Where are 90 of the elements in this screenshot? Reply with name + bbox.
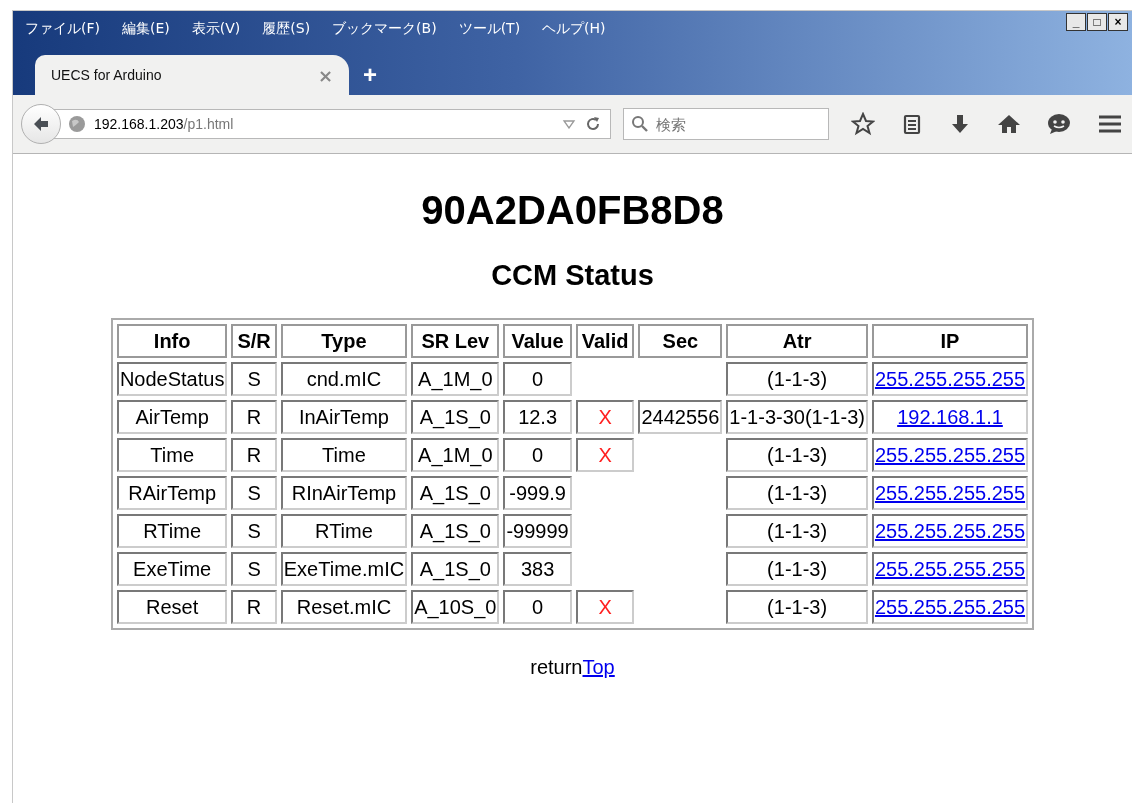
table-cell: 383 [503, 552, 572, 586]
table-cell: (1-1-3) [726, 552, 868, 586]
table-cell: R [231, 590, 277, 624]
page-title: 90A2DA0FB8D8 [421, 188, 724, 233]
minimize-button[interactable]: _ [1066, 13, 1086, 31]
table-cell: RTime [116, 514, 228, 548]
table-cell: A_1S_0 [411, 514, 500, 548]
table-cell: Reset [116, 590, 228, 624]
column-header: Atr [726, 324, 868, 358]
table-cell: A_1M_0 [411, 438, 500, 472]
download-icon[interactable] [949, 113, 971, 135]
table-cell: A_1S_0 [411, 552, 500, 586]
table-cell: S [231, 362, 277, 396]
table-cell: RAirTemp [116, 476, 228, 510]
table-cell: (1-1-3) [726, 362, 868, 396]
new-tab-button[interactable]: + [363, 61, 377, 89]
table-cell: 2442556 [638, 400, 723, 434]
table-cell: S [231, 476, 277, 510]
table-cell: ExeTime.mIC [280, 552, 408, 586]
table-cell: 1-1-3-30(1-1-3) [726, 400, 868, 434]
table-cell: 0 [503, 590, 572, 624]
table-cell: S [231, 514, 277, 548]
menu-item[interactable]: ツール(T) [458, 20, 521, 38]
ip-link[interactable]: 255.255.255.255 [874, 519, 1026, 542]
table-cell: 12.3 [503, 400, 572, 434]
invalid-mark: X [575, 438, 635, 472]
column-header: Type [280, 324, 408, 358]
globe-icon [68, 115, 86, 133]
table-cell: (1-1-3) [726, 476, 868, 510]
menu-item[interactable]: 表示(V) [191, 20, 241, 38]
dropdown-icon[interactable] [562, 119, 576, 129]
reload-icon[interactable] [584, 115, 602, 133]
close-button[interactable]: × [1108, 13, 1128, 31]
column-header: Info [116, 324, 228, 358]
table-cell: NodeStatus [116, 362, 228, 396]
menu-item[interactable]: ヘルプ(H) [542, 20, 606, 38]
menu-item[interactable]: ブックマーク(B) [332, 20, 437, 38]
table-cell: RTime [280, 514, 408, 548]
ip-link[interactable]: 192.168.1.1 [897, 405, 1003, 428]
invalid-mark: X [575, 590, 635, 624]
table-cell: cnd.mIC [280, 362, 408, 396]
column-header: S/R [231, 324, 277, 358]
menu-icon[interactable] [1097, 113, 1123, 135]
section-heading: CCM Status [491, 259, 654, 292]
maximize-button[interactable]: □ [1087, 13, 1107, 31]
table-cell: A_1S_0 [411, 476, 500, 510]
home-icon[interactable] [997, 113, 1021, 135]
table-cell: -999.9 [503, 476, 572, 510]
ip-link[interactable]: 255.255.255.255 [874, 367, 1026, 390]
table-cell: (1-1-3) [726, 590, 868, 624]
ip-link[interactable]: 255.255.255.255 [874, 443, 1026, 466]
table-cell: AirTemp [116, 400, 228, 434]
column-header: Valid [575, 324, 635, 358]
table-cell: A_10S_0 [411, 590, 500, 624]
table-cell: ExeTime [116, 552, 228, 586]
invalid-mark: X [575, 400, 635, 434]
column-header: Sec [638, 324, 723, 358]
table-cell: RInAirTemp [280, 476, 408, 510]
search-field[interactable]: 検索 [623, 108, 829, 140]
table-cell: (1-1-3) [726, 438, 868, 472]
menu-item[interactable]: ファイル(F) [25, 20, 100, 38]
table-cell: InAirTemp [280, 400, 408, 434]
tab-title: UECS for Arduino [51, 67, 162, 83]
table-cell: 0 [503, 438, 572, 472]
table-cell: A_1M_0 [411, 362, 500, 396]
back-button[interactable] [21, 104, 61, 144]
table-cell: A_1S_0 [411, 400, 500, 434]
column-header: IP [871, 324, 1029, 358]
table-cell: R [231, 400, 277, 434]
ip-link[interactable]: 255.255.255.255 [874, 481, 1026, 504]
ip-link[interactable]: 255.255.255.255 [874, 595, 1026, 618]
ip-link[interactable]: 255.255.255.255 [874, 557, 1026, 580]
menu-item[interactable]: 履歴(S) [262, 20, 311, 38]
browser-tab[interactable]: UECS for Arduino × [35, 55, 349, 95]
top-link[interactable]: Top [582, 656, 615, 678]
table-cell: Reset.mIC [280, 590, 408, 624]
column-header: Value [503, 324, 572, 358]
return-text: returnTop [530, 656, 615, 679]
chat-bubble-icon[interactable] [1047, 113, 1071, 135]
column-header: SR Lev [411, 324, 500, 358]
table-cell: -99999 [503, 514, 572, 548]
clipboard-icon[interactable] [901, 113, 923, 135]
star-icon[interactable] [851, 112, 875, 136]
table-cell: Time [116, 438, 228, 472]
table-cell: (1-1-3) [726, 514, 868, 548]
table-cell: S [231, 552, 277, 586]
table-cell: R [231, 438, 277, 472]
table-cell: Time [280, 438, 408, 472]
table-cell: 0 [503, 362, 572, 396]
menu-item[interactable]: 編集(E) [122, 20, 170, 38]
